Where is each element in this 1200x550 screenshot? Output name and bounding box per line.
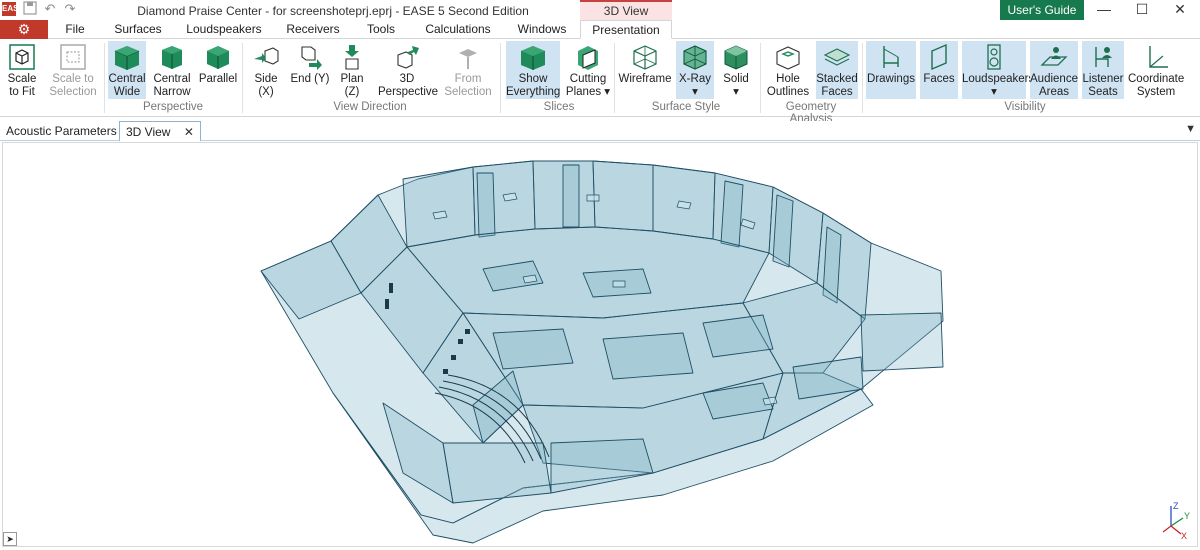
3d-viewport[interactable]: ➤ Z Y X: [2, 142, 1198, 547]
room-model-xray: [260, 160, 944, 544]
faces-button[interactable]: Faces: [920, 41, 958, 99]
minimize-button[interactable]: —: [1086, 0, 1122, 20]
show-everything-icon: [518, 43, 548, 71]
hole-outlines-button[interactable]: Hole Outlines: [764, 41, 812, 99]
group-label-view-direction: View Direction: [333, 101, 407, 113]
orientation-axes-icon: Z Y X: [1162, 501, 1190, 540]
listener-seats-button[interactable]: Listener Seats: [1082, 41, 1124, 99]
axis-z-label: Z: [1173, 501, 1179, 511]
scale-to-selection-icon: [58, 43, 88, 71]
stacked-faces-button[interactable]: Stacked Faces: [816, 41, 858, 99]
stacked-faces-icon: [822, 43, 852, 71]
plan-z-button[interactable]: Plan (Z): [332, 41, 372, 99]
close-tab-icon[interactable]: ✕: [184, 125, 194, 139]
group-label-surface-style: Surface Style: [651, 101, 721, 113]
coordinate-system-button[interactable]: Coordinate System: [1128, 41, 1184, 99]
drawings-icon: [876, 43, 906, 71]
end-y-button[interactable]: End (Y): [290, 41, 330, 99]
tab-calculations[interactable]: Calculations: [416, 20, 500, 39]
faces-icon: [924, 43, 954, 71]
context-tab-3d-view: 3D View: [580, 0, 672, 20]
parallel-button[interactable]: Parallel: [198, 41, 238, 99]
group-label-perspective: Perspective: [142, 101, 204, 113]
users-guide-button[interactable]: User's Guide: [1000, 0, 1084, 20]
tab-3d-view[interactable]: 3D View ✕: [119, 121, 201, 142]
audience-areas-icon: [1039, 43, 1069, 71]
ribbon-separator: [862, 43, 863, 113]
central-wide-button[interactable]: Central Wide: [108, 41, 146, 99]
maximize-button[interactable]: ☐: [1124, 0, 1160, 20]
cube-narrow-icon: [157, 43, 187, 71]
close-button[interactable]: ✕: [1162, 0, 1198, 20]
gear-icon[interactable]: ⚙: [0, 20, 48, 39]
scale-to-selection-button[interactable]: Scale to Selection: [46, 41, 100, 99]
ribbon-presentation: Scale to Fit Scale to Selection Central …: [0, 39, 1200, 125]
from-selection-button[interactable]: From Selection: [442, 41, 494, 99]
drawings-button[interactable]: Drawings: [866, 41, 916, 99]
solid-button[interactable]: Solid ▾: [718, 41, 754, 99]
plan-view-icon: [337, 43, 367, 71]
loudspeaker-icon: [979, 43, 1009, 71]
cube-parallel-icon: [203, 43, 233, 71]
xray-cube-icon: [680, 43, 710, 71]
viewport-pointer-icon[interactable]: ➤: [3, 532, 17, 546]
3d-perspective-button[interactable]: 3D Perspective: [378, 41, 438, 99]
scale-to-fit-icon: [7, 43, 37, 71]
tab-presentation[interactable]: Presentation: [580, 20, 672, 39]
listener-seat-icon: [1088, 43, 1118, 71]
window-title: Diamond Praise Center - for screenshotep…: [137, 4, 529, 18]
side-x-button[interactable]: Side (X): [246, 41, 286, 99]
tab-tools[interactable]: Tools: [356, 20, 406, 39]
side-view-icon: [251, 43, 281, 71]
tab-loudspeakers[interactable]: Loudspeakers: [180, 20, 268, 39]
cutting-planes-icon: [573, 43, 603, 71]
hole-outlines-icon: [773, 43, 803, 71]
from-selection-icon: [453, 43, 483, 71]
scale-to-fit-button[interactable]: Scale to Fit: [2, 41, 42, 99]
perspective-3d-icon: [392, 43, 422, 71]
document-tab-bar: Acoustic Parameters 3D View ✕ ▼: [0, 121, 1200, 142]
title-bar: EASE ↶ ↷ Diamond Praise Center - for scr…: [0, 0, 1200, 20]
tab-surfaces[interactable]: Surfaces: [104, 20, 172, 39]
tab-receivers[interactable]: Receivers: [278, 20, 348, 39]
central-narrow-button[interactable]: Central Narrow: [150, 41, 194, 99]
tab-list-dropdown-icon[interactable]: ▼: [1185, 123, 1196, 135]
tab-file[interactable]: File: [52, 20, 98, 39]
ribbon-separator: [104, 43, 105, 113]
tab-windows[interactable]: Windows: [508, 20, 576, 39]
wireframe-cube-icon: [630, 43, 660, 71]
ease-app-window: EASE ↶ ↷ Diamond Praise Center - for scr…: [0, 0, 1200, 550]
loudspeakers-visibility-button[interactable]: Loudspeakers ▾: [962, 41, 1034, 99]
ribbon-separator: [500, 43, 501, 113]
show-everything-button[interactable]: Show Everything: [506, 41, 560, 99]
tab-acoustic-parameters[interactable]: Acoustic Parameters: [0, 121, 123, 141]
ribbon-separator: [760, 43, 761, 113]
audience-areas-button[interactable]: Audience Areas: [1030, 41, 1078, 99]
cube-wide-icon: [112, 43, 142, 71]
axis-x-label: X: [1181, 531, 1187, 540]
ribbon-tab-row: ⚙ File Surfaces Loudspeakers Receivers T…: [0, 20, 1200, 39]
ribbon-separator: [242, 43, 243, 113]
group-label-visibility: Visibility: [1004, 101, 1046, 113]
cutting-planes-button[interactable]: Cutting Planes ▾: [564, 41, 612, 99]
coordinate-axes-icon: [1141, 43, 1171, 71]
end-view-icon: [295, 43, 325, 71]
solid-cube-icon: [721, 43, 751, 71]
ribbon-separator: [614, 43, 615, 113]
group-label-slices: Slices: [543, 101, 575, 113]
axis-y-label: Y: [1184, 511, 1190, 521]
xray-button[interactable]: X-Ray ▾: [676, 41, 714, 99]
wireframe-button[interactable]: Wireframe: [618, 41, 672, 99]
